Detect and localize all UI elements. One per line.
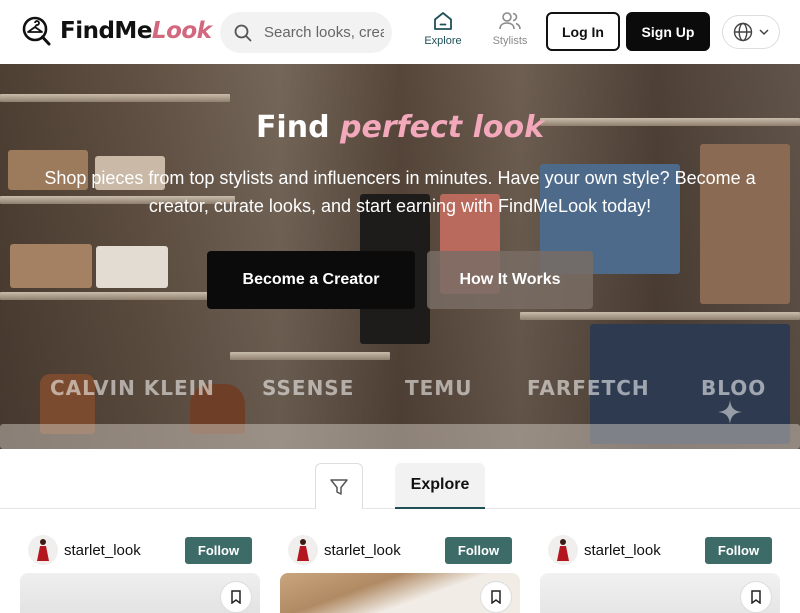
how-it-works-button[interactable]: How It Works [427, 251, 593, 309]
filter-button[interactable] [315, 463, 363, 509]
tab-explore[interactable]: Explore [395, 463, 485, 509]
globe-icon [733, 22, 753, 42]
language-selector[interactable] [722, 15, 780, 49]
save-look-button[interactable] [740, 581, 772, 613]
nav-stylists-label: Stylists [492, 35, 528, 47]
search-input[interactable] [264, 24, 384, 41]
follow-button[interactable]: Follow [185, 537, 252, 564]
avatar[interactable] [548, 535, 578, 565]
brand-logo-ssense: SSENSE [262, 376, 355, 400]
hero-title: Find perfect look [0, 110, 800, 145]
brand-logo-calvin-klein: CALVIN KLEIN [50, 376, 215, 400]
login-button[interactable]: Log In [546, 12, 620, 51]
filter-icon [330, 478, 348, 495]
users-icon [499, 12, 521, 30]
avatar-figure-icon [37, 539, 49, 561]
bookmark-icon [491, 590, 501, 604]
avatar-figure-icon [557, 539, 569, 561]
look-card[interactable]: starlet_look Follow [540, 531, 780, 613]
avatar[interactable] [288, 535, 318, 565]
look-image[interactable] [20, 573, 260, 613]
hanger-search-logo-icon [22, 16, 51, 46]
feed-tabs-bar: Explore [0, 449, 800, 509]
chevron-down-icon [759, 29, 769, 36]
hero-banner: Find perfect look Shop pieces from top s… [0, 64, 800, 449]
bookmark-icon [751, 590, 761, 604]
card-header: starlet_look Follow [540, 531, 780, 571]
nav-explore-label: Explore [424, 35, 462, 47]
hero-title-part1: Find [255, 110, 340, 145]
username[interactable]: starlet_look [324, 542, 401, 559]
hero-title-accent: perfect look [340, 110, 545, 145]
become-creator-button[interactable]: Become a Creator [207, 251, 415, 309]
look-image[interactable] [280, 573, 520, 613]
avatar[interactable] [28, 535, 58, 565]
hero-subtitle: Shop pieces from top stylists and influe… [44, 168, 756, 216]
logo[interactable]: FindMeLook [20, 15, 212, 47]
search-icon [234, 24, 252, 41]
logo-text-part1: FindMe [60, 18, 152, 44]
logo-text-part2: Look [151, 18, 212, 44]
card-header: starlet_look Follow [20, 531, 260, 571]
username[interactable]: starlet_look [584, 542, 661, 559]
nav-explore[interactable]: Explore [413, 10, 473, 54]
avatar-figure-icon [297, 539, 309, 561]
username[interactable]: starlet_look [64, 542, 141, 559]
look-card[interactable]: starlet_look Follow [20, 531, 260, 613]
logo-text: FindMeLook [60, 18, 212, 44]
bookmark-icon [231, 590, 241, 604]
save-look-button[interactable] [480, 581, 512, 613]
brand-logo-bloo: BLOO [701, 376, 767, 400]
search-bar[interactable] [220, 12, 392, 53]
card-header: starlet_look Follow [280, 531, 520, 571]
save-look-button[interactable] [220, 581, 252, 613]
signup-button[interactable]: Sign Up [626, 12, 710, 51]
home-icon [434, 12, 452, 30]
follow-button[interactable]: Follow [445, 537, 512, 564]
look-card[interactable]: starlet_look Follow [280, 531, 520, 613]
nav-stylists[interactable]: Stylists [480, 10, 540, 54]
follow-button[interactable]: Follow [705, 537, 772, 564]
brand-logo-temu: TEMU [405, 376, 473, 400]
top-header: FindMeLook Explore Stylists Log In Sign … [0, 0, 800, 64]
sparkle-icon [718, 400, 742, 424]
brand-logo-farfetch: FARFETCH [527, 376, 650, 400]
look-image[interactable] [540, 573, 780, 613]
